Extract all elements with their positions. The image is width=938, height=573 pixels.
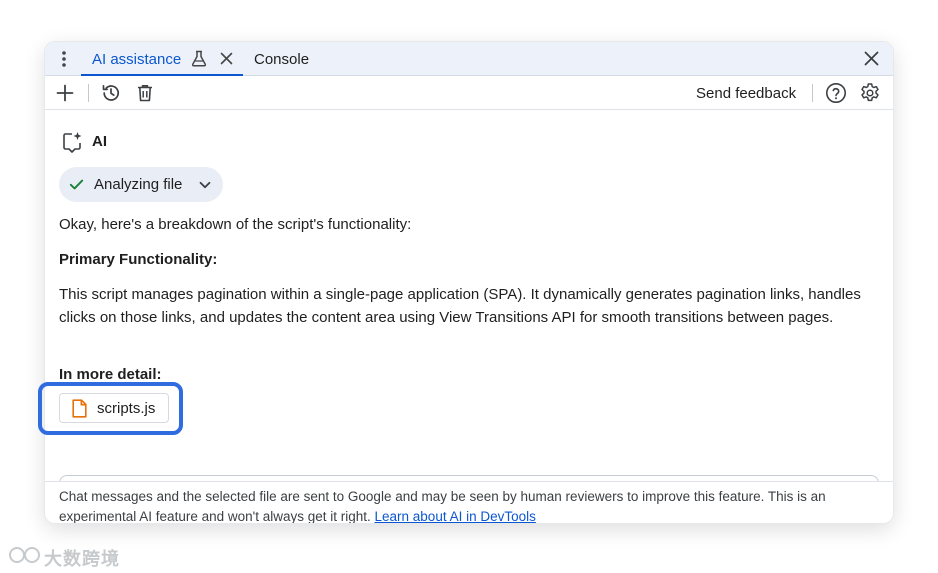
ai-spark-icon [63,132,82,153]
close-icon[interactable] [220,52,233,65]
response-intro: Okay, here's a breakdown of the script's… [59,216,412,233]
plus-icon[interactable] [55,83,75,103]
ai-label: AI [92,133,107,150]
more-vert-icon[interactable] [55,50,73,68]
tab-bar: AI assistance Console [45,42,893,76]
flask-icon [191,50,207,67]
watermark: 大数跨境 [8,543,128,569]
close-icon[interactable] [864,51,879,66]
chevron-down-icon [199,181,211,189]
disclaimer-text: Chat messages and the selected file are … [59,487,881,523]
response-body: This script manages pagination within a … [59,286,861,326]
tab-ai-assistance[interactable]: AI assistance [81,42,243,76]
trash-icon[interactable] [135,83,155,103]
response-heading-detail: In more detail: [59,366,162,383]
step-label: Analyzing file [94,176,183,193]
learn-about-ai-link[interactable]: Learn about AI in DevTools [375,509,536,523]
check-icon [69,179,84,190]
watermark-logo-icon [9,547,40,563]
help-icon[interactable] [825,82,847,104]
send-feedback-link[interactable]: Send feedback [696,85,796,102]
ai-message-header: AI [59,130,259,154]
tab-console[interactable]: Console [254,51,309,68]
highlight-annotation [38,382,183,435]
disclaimer-footer: Chat messages and the selected file are … [45,481,893,523]
tab-ai-assistance-label: AI assistance [92,51,182,68]
ai-assistance-panel: AI assistance Console Send feedback AI A… [45,42,893,523]
history-icon[interactable] [101,83,121,103]
gear-icon[interactable] [859,82,881,104]
toolbar-divider [88,84,89,102]
toolbar: Send feedback [45,76,893,110]
watermark-text: 大数跨境 [44,549,120,569]
toolbar-divider [812,84,813,102]
response-heading-primary: Primary Functionality: [59,251,218,268]
analyzing-step-toggle[interactable]: Analyzing file [59,167,223,202]
